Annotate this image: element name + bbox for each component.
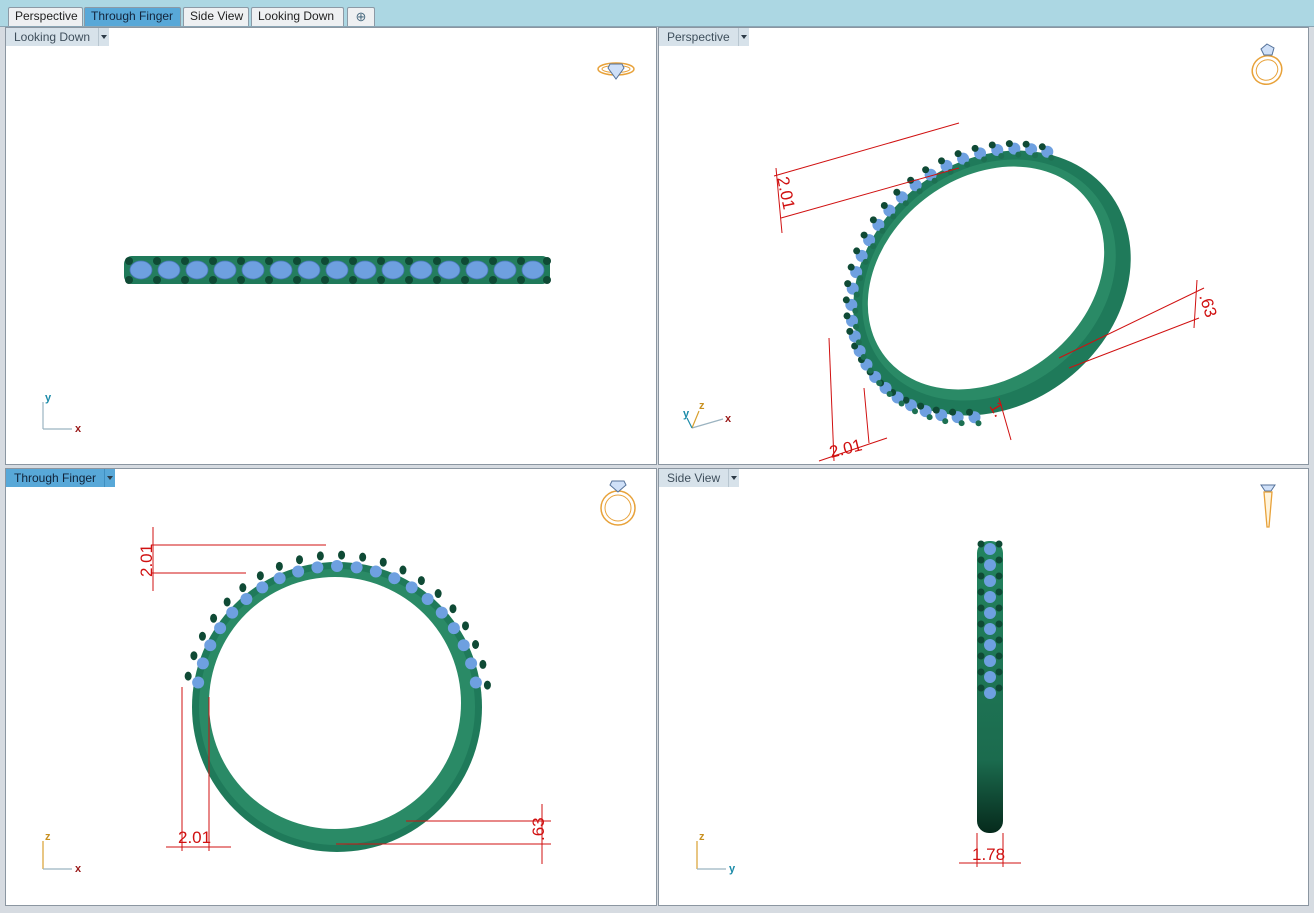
axis-indicator: y z x [683,400,732,429]
svg-text:x: x [725,413,732,425]
through-finger-scene: 2.01 2.01 .63 z x [42,480,636,875]
tab-side-view[interactable]: Side View [183,7,249,26]
viewport-through-finger[interactable]: 2.01 2.01 .63 z x Through Finger [5,468,657,906]
svg-text:z: z [699,400,705,412]
plus-icon: ⊕ [355,9,367,24]
axis-indicator: z x [42,831,82,875]
viewport-tab-bar: Perspective Through Finger Side View Loo… [0,0,1314,27]
perspective-scene: 2.01 2.01 .63 1. y z x [683,43,1287,462]
viewport-menu-dropdown[interactable] [98,28,110,46]
add-viewport-tab-button[interactable]: ⊕ [347,7,375,26]
looking-down-scene: y x [42,62,635,435]
tab-through-finger[interactable]: Through Finger [84,7,181,26]
viewport-menu-dropdown[interactable] [728,469,740,487]
viewport-label-through-finger[interactable]: Through Finger [6,469,116,487]
svg-text:y: y [729,863,736,875]
side-view-scene: 1.78 z y [696,484,1276,875]
viewport-label-side-view[interactable]: Side View [659,469,740,487]
svg-text:y: y [683,408,690,420]
svg-text:.63: .63 [529,817,548,841]
ring-front-icon[interactable] [600,480,636,526]
svg-text:2.01: 2.01 [773,175,798,211]
viewport-perspective[interactable]: 2.01 2.01 .63 1. y z x Perspective [658,27,1309,465]
axis-indicator: y x [42,392,82,435]
viewport-menu-dropdown[interactable] [104,469,116,487]
svg-text:y: y [45,392,52,404]
tab-perspective[interactable]: Perspective [8,7,83,26]
viewport-side-view[interactable]: 1.78 z y Side View [658,468,1309,906]
ring-front-view [184,550,491,852]
svg-text:z: z [45,831,51,843]
viewport-menu-dropdown[interactable] [737,28,749,46]
viewport-label-perspective[interactable]: Perspective [659,28,749,46]
axis-indicator: z y [696,831,736,875]
ring-side-icon[interactable] [1260,484,1276,528]
svg-text:2.01: 2.01 [137,544,156,577]
svg-text:x: x [75,423,82,435]
viewport-label-looking-down[interactable]: Looking Down [6,28,110,46]
svg-text:2.01: 2.01 [178,828,211,847]
ring-perspective-icon[interactable] [1247,43,1287,90]
tab-looking-down[interactable]: Looking Down [251,7,344,26]
svg-text:z: z [699,831,705,843]
svg-text:.63: .63 [1195,291,1220,319]
ring-side-view [977,540,1003,833]
ring-band-top-view [124,256,551,284]
viewport-looking-down[interactable]: y x Looking Down [5,27,657,465]
svg-text:x: x [75,863,82,875]
svg-text:1.78: 1.78 [972,845,1005,864]
ring-top-icon[interactable] [597,62,635,80]
